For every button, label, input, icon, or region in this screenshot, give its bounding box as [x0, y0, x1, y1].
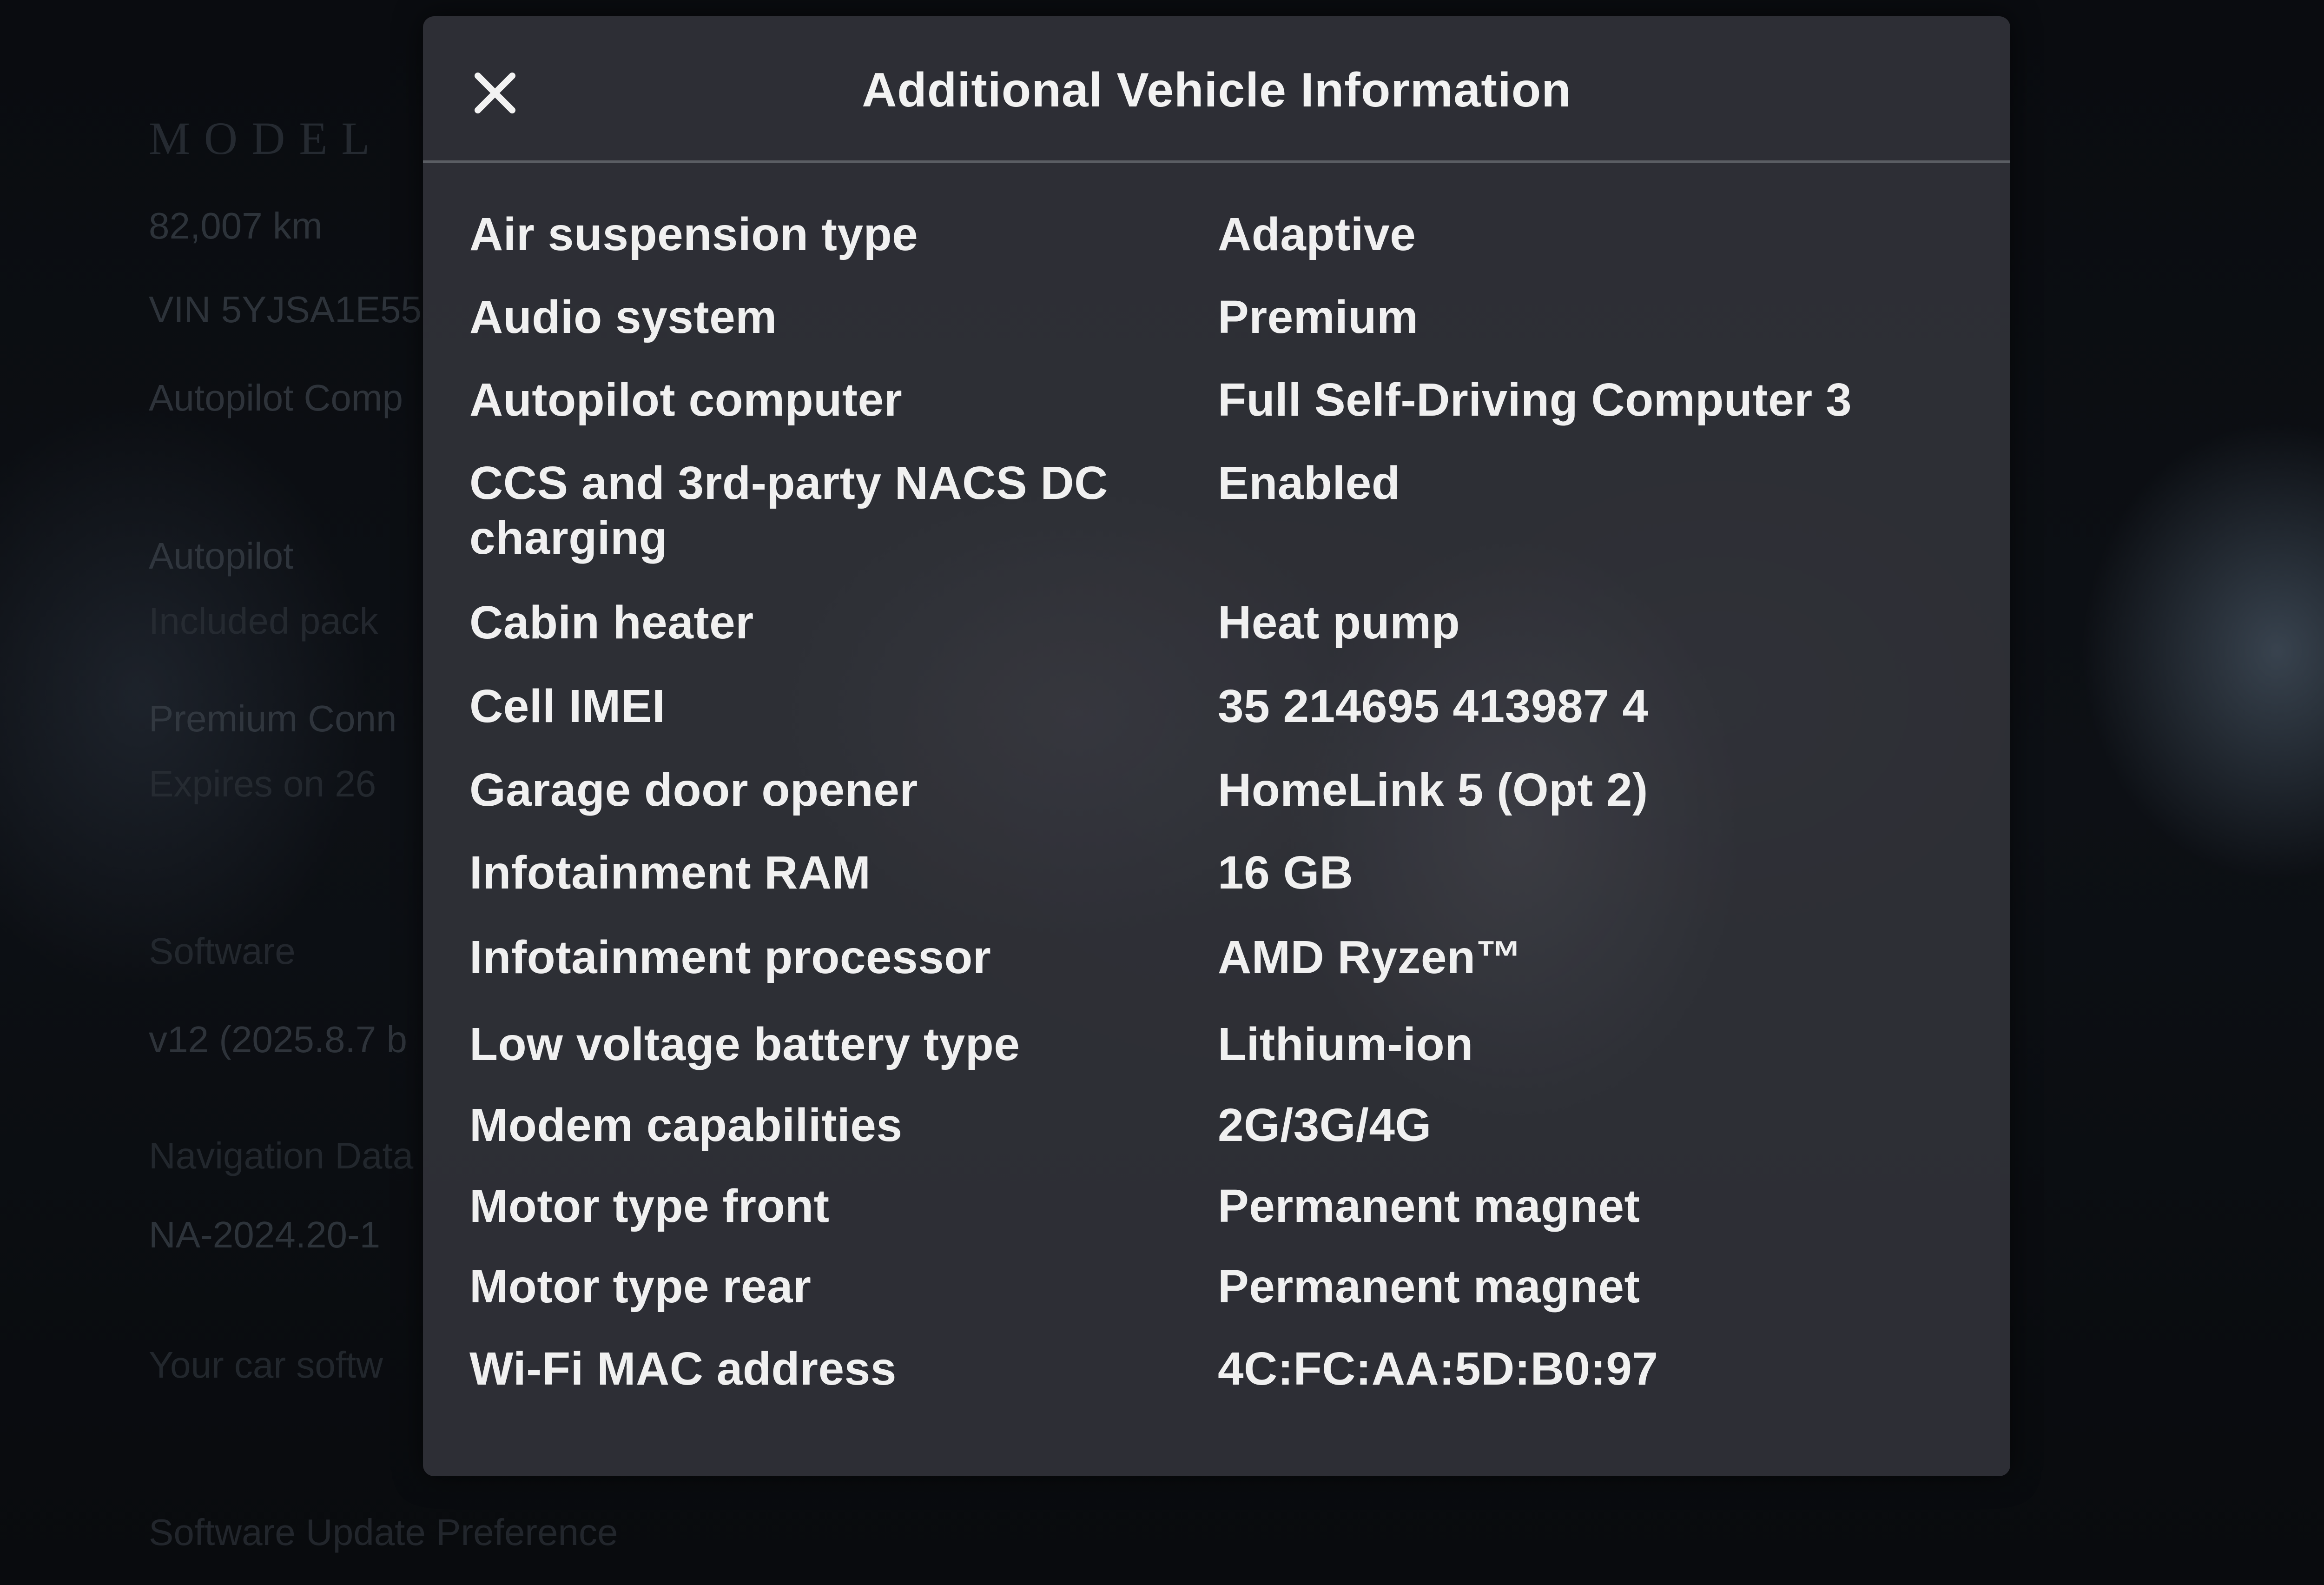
info-label: Motor type rear — [469, 1260, 812, 1313]
info-value: 35 214695 413987 4 — [1218, 680, 1649, 732]
info-value: HomeLink 5 (Opt 2) — [1218, 764, 1648, 816]
info-label: Wi-Fi MAC address — [469, 1343, 897, 1395]
vin-text: VIN 5YJSA1E55 — [149, 289, 422, 330]
info-label: Air suspension type — [469, 208, 918, 260]
info-value: Heat pump — [1218, 597, 1460, 649]
info-label: Infotainment RAM — [469, 847, 871, 899]
info-value: Permanent magnet — [1218, 1260, 1640, 1313]
software-update-preference-text: Software Update Preference — [149, 1512, 618, 1553]
info-label: Modem capabilities — [469, 1099, 903, 1151]
included-package-text: Included pack — [149, 600, 378, 642]
info-label: Low voltage battery type — [469, 1018, 1020, 1070]
info-label: Infotainment processor — [469, 931, 991, 983]
info-label: Autopilot computer — [469, 374, 903, 426]
premium-connectivity-text: Premium Conn — [149, 698, 397, 739]
navigation-version-text: NA-2024.20-1 — [149, 1214, 381, 1255]
autopilot-text: Autopilot — [149, 535, 294, 577]
info-value: 4C:FC:AA:5D:B0:97 — [1218, 1343, 1658, 1395]
info-value: 2G/3G/4G — [1218, 1099, 1432, 1151]
info-value: Lithium-ion — [1218, 1018, 1473, 1070]
info-label: Cabin heater — [469, 597, 754, 649]
info-label: Motor type front — [469, 1180, 830, 1232]
autopilot-computer-text: Autopilot Comp — [149, 377, 403, 418]
odometer-text: 82,007 km — [149, 205, 323, 246]
info-value: Enabled — [1218, 457, 1400, 509]
software-heading: Software — [149, 930, 296, 972]
info-value: Premium — [1218, 291, 1419, 343]
software-version-text: v12 (2025.8.7 b — [149, 1019, 407, 1060]
your-car-software-text: Your car softw — [149, 1344, 383, 1386]
expires-text: Expires on 26 — [149, 763, 376, 804]
info-label: Cell IMEI — [469, 680, 666, 732]
info-value: AMD Ryzen™ — [1218, 931, 1523, 983]
model-title: MODEL — [149, 113, 384, 164]
info-value: Permanent magnet — [1218, 1180, 1640, 1232]
info-label: CCS and 3rd-party NACS DC charging — [469, 457, 1108, 564]
info-list: Air suspension type Adaptive Audio syste… — [423, 16, 2010, 1476]
additional-vehicle-info-dialog: Additional Vehicle Information Air suspe… — [423, 16, 2010, 1476]
info-value: Full Self-Driving Computer 3 — [1218, 374, 1852, 426]
info-value: Adaptive — [1218, 208, 1416, 260]
navigation-data-heading: Navigation Data — [149, 1135, 414, 1176]
info-label: Garage door opener — [469, 764, 918, 816]
info-value: 16 GB — [1218, 847, 1353, 899]
info-label: Audio system — [469, 291, 777, 343]
